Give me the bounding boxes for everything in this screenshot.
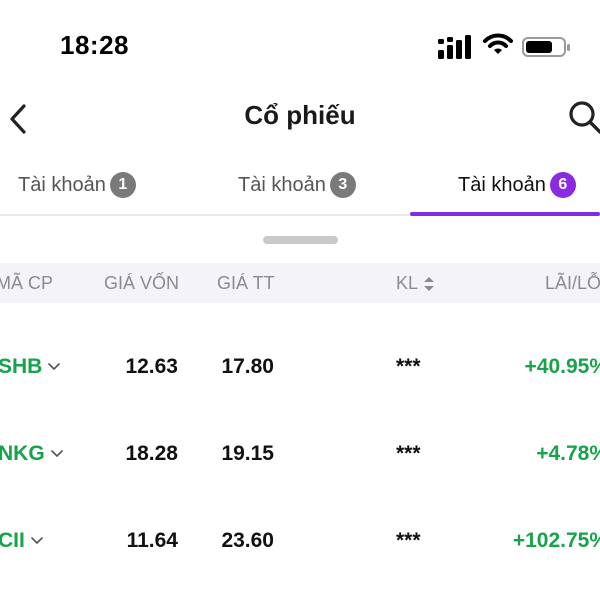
column-header-price: GIÁ TT [217, 273, 275, 293]
column-header-cost: GIÁ VỐN [104, 273, 180, 293]
app-screen: 18:28 Cổ phiếu Tài khoản 1 Tài khoản 3 T… [0, 0, 600, 600]
wifi-icon [483, 33, 513, 54]
profit-loss: +40.95% [524, 355, 600, 378]
page-title: Cổ phiếu [244, 100, 356, 130]
tab-label: Tài khoản [238, 173, 326, 196]
column-header-volume-label: KL [396, 273, 419, 293]
search-icon[interactable] [566, 98, 600, 138]
profit-loss: +4.78% [536, 442, 600, 465]
cellular-signal-icon [438, 35, 471, 59]
tab-label: Tài khoản [458, 173, 546, 196]
table-header: MÃ CP GIÁ VỐN GIÁ TT KL LÃI/LỖ [0, 263, 600, 303]
tab-count-badge: 6 [549, 172, 576, 198]
tab-account-3[interactable]: Tài khoản 3 [238, 170, 356, 200]
column-header-volume[interactable]: KL [396, 273, 435, 294]
table-row[interactable]: SHB 12.63 17.80 *** +40.95% [0, 337, 600, 397]
tab-count-badge: 1 [109, 172, 136, 198]
status-time: 18:28 [60, 30, 129, 60]
tab-count-badge: 3 [329, 172, 356, 198]
column-header-code: MÃ CP [0, 273, 54, 293]
battery-icon [522, 37, 570, 57]
tab-account-1[interactable]: Tài khoản 1 [18, 170, 136, 200]
tab-account-6[interactable]: Tài khoản 6 [458, 170, 576, 200]
profit-loss: +102.75% [512, 529, 600, 552]
sort-updown-icon [424, 276, 435, 291]
table-row[interactable]: CII 11.64 23.60 *** +102.75% [0, 511, 600, 571]
drag-handle[interactable] [263, 236, 338, 244]
column-header-pnl: LÃI/LỖ [545, 273, 600, 293]
table-row[interactable]: NKG 18.28 19.15 *** +4.78% [0, 424, 600, 484]
active-tab-indicator [410, 212, 600, 216]
tab-label: Tài khoản [18, 173, 106, 196]
